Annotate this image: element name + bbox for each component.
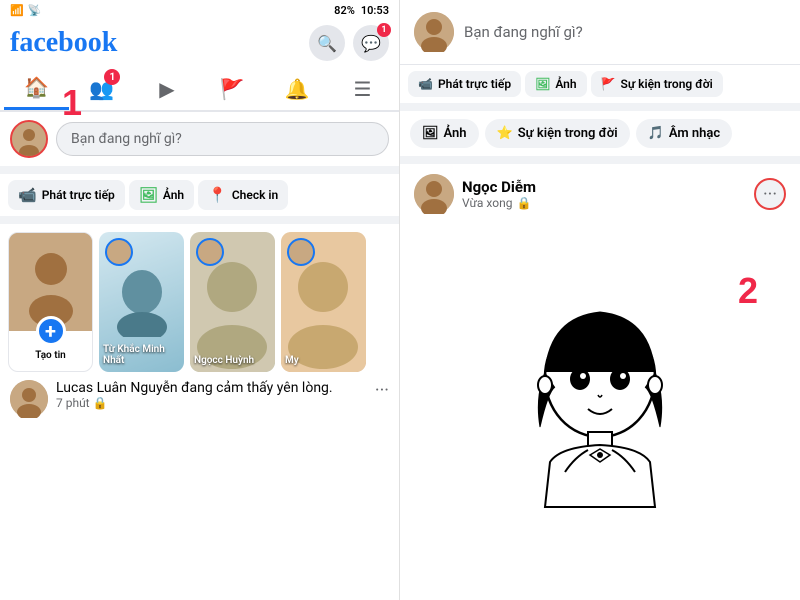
right-event-label: Sự kiện trong đời: [621, 77, 713, 91]
life-event-icon: ⭐: [497, 126, 513, 141]
story1-img: [117, 267, 167, 337]
right-live-label: Phát trực tiếp: [438, 77, 511, 91]
story1-avatar: [105, 238, 133, 266]
right-post-name: Ngọc Diễm: [462, 178, 746, 196]
right-photo-icon: 🖼: [535, 77, 550, 91]
tab-watch[interactable]: ▶: [134, 67, 199, 110]
story3-name: My: [285, 355, 362, 366]
friends-badge: 1: [104, 69, 120, 85]
post-time: 7 phút 🔒: [56, 396, 367, 410]
live-label: Phát trực tiếp: [42, 188, 115, 202]
live-button[interactable]: 📹 Phát trực tiếp: [8, 180, 125, 210]
right-post-meta: Vừa xong 🔒: [462, 196, 746, 210]
right-post-more-button[interactable]: ···: [754, 178, 786, 210]
tab-home[interactable]: 🏠: [4, 67, 69, 110]
post-box: Bạn đang nghĩ gì?: [0, 112, 399, 174]
tab-flag[interactable]: 🚩: [200, 67, 265, 110]
checkin-label: Check in: [232, 188, 278, 202]
status-left: 📶 📡: [10, 4, 41, 17]
right-photo-button[interactable]: 🖼 Ảnh: [525, 71, 587, 97]
fb-logo[interactable]: facebook: [10, 27, 117, 59]
photo-label2: Ảnh: [444, 126, 467, 141]
right-post-info: Ngọc Diễm Vừa xong 🔒: [462, 178, 746, 210]
messenger-button[interactable]: 💬 1: [353, 25, 389, 61]
avatar-img: [12, 122, 46, 156]
post-preview: Lucas Luân Nguyễn đang cảm thấy yên lòng…: [0, 372, 399, 422]
post-avatar-img: [10, 380, 48, 418]
tab-bell[interactable]: 🔔: [265, 67, 330, 110]
stories-row: + Tạo tin Từ Khắc Minh Nhất: [8, 232, 391, 372]
search-button[interactable]: 🔍: [309, 25, 345, 61]
marker-1: 1: [62, 82, 82, 124]
messenger-badge: 1: [377, 23, 391, 37]
story-create[interactable]: + Tạo tin: [8, 232, 93, 372]
right-photo-btn2[interactable]: 🖼 Ảnh: [410, 119, 479, 148]
post-info: Lucas Luân Nguyễn đang cảm thấy yên lòng…: [56, 380, 367, 418]
post-more-button[interactable]: ···: [375, 380, 389, 418]
anime-illustration: [480, 297, 720, 527]
checkin-icon: 📍: [208, 186, 227, 204]
tab-menu[interactable]: ☰: [330, 67, 395, 110]
right-post-privacy: 🔒: [516, 196, 531, 210]
story1-name: Từ Khắc Minh Nhất: [103, 344, 180, 366]
right-user-avatar: [414, 12, 454, 52]
right-event-button[interactable]: 🚩 Sự kiện trong đời: [591, 71, 723, 97]
left-panel: 📶 📡 82% 10:53 facebook 🔍 💬 1 🏠 👥 1 ▶ 🚩 🔔…: [0, 0, 400, 600]
story2-avatar: [196, 238, 224, 266]
post-name: Lucas Luân Nguyễn đang cảm thấy yên lòng…: [56, 380, 367, 396]
status-right: 82% 10:53: [334, 4, 389, 17]
quick-actions: 📹 Phát trực tiếp 🖼 Ảnh 📍 Check in: [0, 174, 399, 224]
story-create-label: Tạo tin: [35, 350, 66, 361]
nav-tabs: 🏠 👥 1 ▶ 🚩 🔔 ☰: [0, 67, 399, 112]
battery-text: 82%: [334, 4, 355, 17]
right-music-btn[interactable]: 🎵 Âm nhạc: [636, 119, 733, 148]
right-life-event-btn[interactable]: ⭐ Sự kiện trong đời: [485, 119, 630, 148]
fb-header: facebook 🔍 💬 1: [0, 21, 399, 67]
right-post-header: Ngọc Diễm Vừa xong 🔒 ···: [400, 164, 800, 224]
right-quick-actions: 📹 Phát trực tiếp 🖼 Ảnh 🚩 Sự kiện trong đ…: [400, 65, 800, 111]
wifi-icon: 📡: [28, 4, 42, 17]
story-plus-icon: +: [36, 316, 66, 346]
signal-icon: 📶: [10, 4, 24, 17]
story3-avatar: [287, 238, 315, 266]
post-time-val: 7 phút: [56, 396, 90, 410]
photo-icon2: 🖼: [422, 126, 439, 141]
right-post-time: Vừa xong: [462, 196, 512, 210]
story-person-2[interactable]: Ngọcc Huỳnh: [190, 232, 275, 372]
right-live-icon: 📹: [418, 77, 433, 91]
right-post-placeholder[interactable]: Bạn đang nghĩ gì?: [464, 23, 583, 41]
right-photo-label: Ảnh: [555, 77, 576, 91]
post-input[interactable]: Bạn đang nghĩ gì?: [56, 122, 389, 156]
fb-header-icons: 🔍 💬 1: [309, 25, 389, 61]
post-avatar: [10, 380, 48, 418]
user-avatar[interactable]: [10, 120, 48, 158]
status-bar: 📶 📡 82% 10:53: [0, 0, 399, 21]
live-icon: 📹: [18, 186, 37, 204]
right-event-icon: 🚩: [601, 77, 616, 91]
music-label: Âm nhạc: [669, 126, 720, 141]
photo-label: Ảnh: [163, 188, 184, 202]
story-person-1[interactable]: Từ Khắc Minh Nhất: [99, 232, 184, 372]
music-icon: 🎵: [648, 126, 664, 141]
time-text: 10:53: [361, 4, 389, 17]
right-live-button[interactable]: 📹 Phát trực tiếp: [408, 71, 521, 97]
story2-name: Ngọcc Huỳnh: [194, 355, 271, 366]
marker-2: 2: [738, 270, 758, 312]
right-second-row: 🖼 Ảnh ⭐ Sự kiện trong đời 🎵 Âm nhạc: [400, 111, 800, 164]
post-action: đang cảm thấy yên lòng.: [181, 380, 332, 396]
photo-icon: 🖼: [139, 186, 158, 204]
checkin-button[interactable]: 📍 Check in: [198, 180, 288, 210]
life-event-label: Sự kiện trong đời: [518, 126, 618, 141]
right-post-avatar: [414, 174, 454, 214]
right-avatar-img: [414, 12, 454, 52]
story-person-3[interactable]: My: [281, 232, 366, 372]
right-post-avatar-img: [414, 174, 454, 214]
post-author: Lucas Luân Nguyễn: [56, 380, 178, 396]
stories-section: + Tạo tin Từ Khắc Minh Nhất: [0, 224, 399, 372]
post-privacy-icon: 🔒: [93, 396, 108, 410]
right-post-box: Bạn đang nghĩ gì?: [400, 0, 800, 65]
photo-button[interactable]: 🖼 Ảnh: [129, 180, 194, 210]
